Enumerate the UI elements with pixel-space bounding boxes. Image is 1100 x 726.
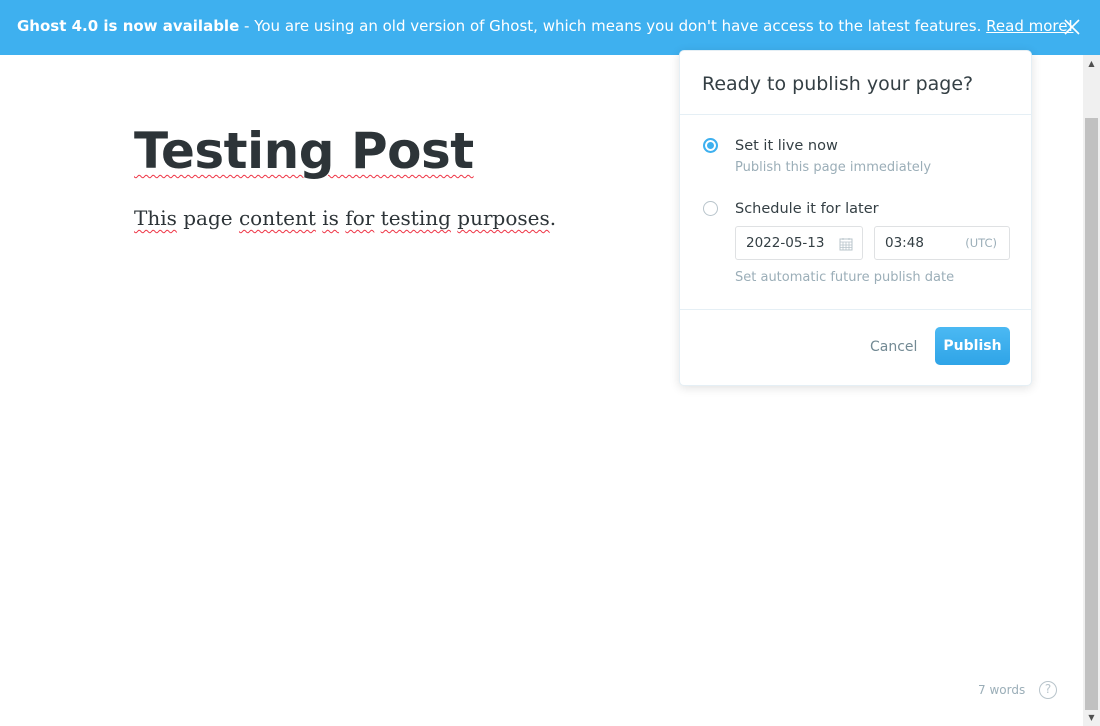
content-word: is	[322, 206, 339, 230]
publish-popover: Ready to publish your page? Set it live …	[679, 50, 1032, 386]
divider	[680, 309, 1031, 310]
option-label-now[interactable]: Set it live now	[735, 138, 838, 154]
option-sublabel-schedule: Set automatic future publish date	[735, 270, 955, 285]
content-word: purposes	[457, 206, 550, 230]
post-title-text: Testing Post	[134, 122, 474, 180]
radio-publish-now[interactable]	[703, 138, 718, 153]
timezone-label: (UTC)	[965, 236, 997, 250]
time-value: 03:48	[885, 235, 924, 251]
content-word: This	[134, 206, 177, 230]
divider	[680, 114, 1031, 115]
cancel-button[interactable]: Cancel	[870, 339, 917, 355]
banner-separator: -	[239, 17, 255, 35]
content-word: page	[183, 206, 233, 230]
content-period: .	[549, 206, 557, 230]
publish-heading: Ready to publish your page?	[702, 73, 974, 95]
publish-button[interactable]: Publish	[935, 327, 1010, 365]
content-word: for	[345, 206, 375, 230]
scroll-up-arrow-icon[interactable]: ▲	[1085, 57, 1098, 71]
word-count: 7 words	[978, 683, 1026, 697]
content-word: content	[238, 206, 316, 230]
scrollbar-thumb[interactable]	[1085, 118, 1098, 710]
read-more-link[interactable]: Read more!	[986, 17, 1073, 35]
banner-headline: Ghost 4.0 is now available	[17, 17, 240, 35]
radio-schedule[interactable]	[703, 201, 718, 216]
content-word: testing	[380, 206, 451, 230]
option-label-schedule[interactable]: Schedule it for later	[735, 201, 879, 217]
update-banner: Ghost 4.0 is now available - You are usi…	[0, 0, 1100, 55]
calendar-icon[interactable]	[839, 236, 853, 251]
scroll-down-arrow-icon[interactable]: ▼	[1085, 711, 1098, 725]
banner-message: You are using an old version of Ghost, w…	[254, 17, 987, 35]
banner-text: Ghost 4.0 is now available - You are usi…	[17, 17, 1073, 35]
close-icon[interactable]	[1062, 17, 1082, 37]
post-title[interactable]: Testing Post	[134, 122, 474, 180]
date-value: 2022-05-13	[746, 235, 825, 251]
date-input[interactable]: 2022-05-13	[735, 226, 863, 260]
post-content[interactable]: This page content is for testing purpose…	[134, 206, 556, 230]
time-input[interactable]: 03:48 (UTC)	[874, 226, 1010, 260]
help-icon[interactable]: ?	[1039, 681, 1057, 699]
option-sublabel-now: Publish this page immediately	[735, 160, 932, 175]
